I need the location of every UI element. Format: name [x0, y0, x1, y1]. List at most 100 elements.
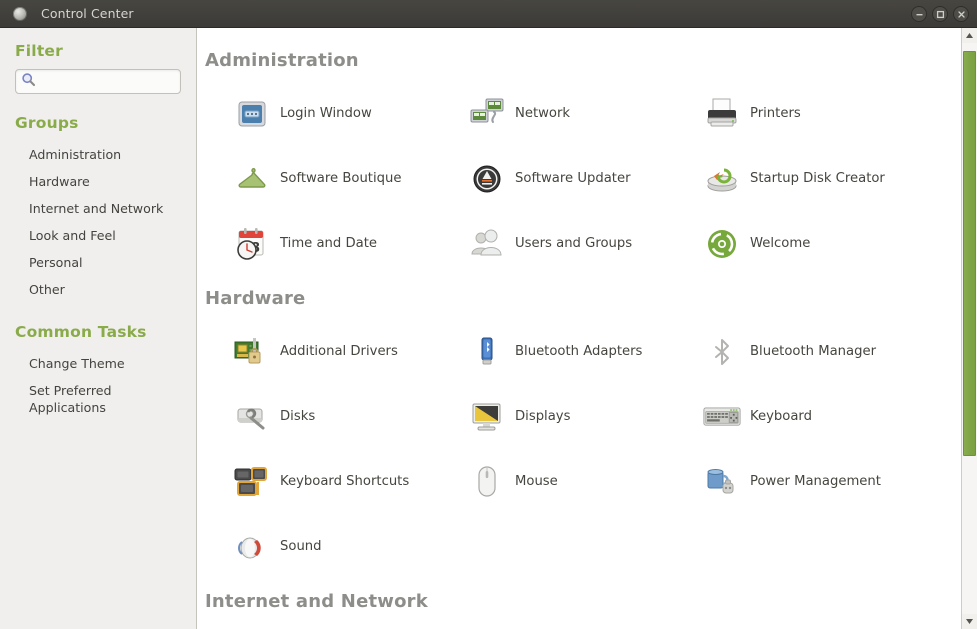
setting-login-window[interactable]: Login Window — [205, 81, 440, 146]
setting-label: Users and Groups — [515, 236, 633, 251]
hanger-icon — [233, 160, 271, 198]
keyboard-shortcuts-icon — [233, 463, 271, 501]
sidebar-item-other[interactable]: Other — [0, 276, 196, 303]
setting-label: Sound — [280, 539, 322, 554]
setting-mouse[interactable]: Mouse — [440, 449, 675, 514]
sound-icon — [233, 528, 271, 566]
search-input[interactable] — [36, 70, 175, 93]
keyboard-icon — [703, 398, 741, 436]
sidebar-item-change-theme[interactable]: Change Theme — [0, 350, 196, 377]
window-body: Filter Groups Administration Hardware In… — [0, 28, 977, 629]
ubuntu-mate-icon — [703, 225, 741, 263]
setting-label: Displays — [515, 409, 571, 424]
setting-additional-drivers[interactable]: Additional Drivers — [205, 319, 440, 384]
network-icon — [468, 95, 506, 133]
section-title-internet-and-network: Internet and Network — [205, 591, 428, 612]
section-administration: Administration Login Window Network Prin… — [205, 50, 961, 276]
internet-and-network-grid: Firewall Configuration — [205, 622, 961, 629]
setting-bluetooth-manager[interactable]: Bluetooth Manager — [675, 319, 910, 384]
title-bar[interactable]: Control Center — [0, 0, 977, 28]
scroll-up-icon[interactable] — [962, 28, 977, 43]
filter-heading: Filter — [15, 42, 63, 60]
bluetooth-icon — [703, 333, 741, 371]
section-hardware: Hardware Additional Drivers Bluetooth Ad… — [205, 288, 961, 579]
sidebar: Filter Groups Administration Hardware In… — [0, 28, 197, 629]
login-window-icon — [233, 95, 271, 133]
calendar-clock-icon: 28 — [233, 225, 271, 263]
setting-startup-disk-creator[interactable]: Startup Disk Creator — [675, 146, 910, 211]
common-tasks-heading: Common Tasks — [15, 323, 147, 341]
setting-time-and-date[interactable]: 28 Time and Date — [205, 211, 440, 276]
setting-label: Power Management — [750, 474, 881, 489]
scrollbar-thumb[interactable] — [963, 51, 976, 456]
setting-sound[interactable]: Sound — [205, 514, 440, 579]
setting-label: Mouse — [515, 474, 558, 489]
setting-users-and-groups[interactable]: Users and Groups — [440, 211, 675, 276]
setting-software-updater[interactable]: Software Updater — [440, 146, 675, 211]
close-icon[interactable] — [953, 6, 969, 22]
scroll-down-icon[interactable] — [962, 614, 977, 629]
setting-firewall-configuration[interactable]: Firewall Configuration — [205, 622, 440, 629]
groups-list: Administration Hardware Internet and Net… — [0, 141, 196, 303]
setting-label: Startup Disk Creator — [750, 171, 885, 186]
administration-grid: Login Window Network Printers Software B… — [205, 81, 961, 276]
sidebar-item-set-preferred-applications[interactable]: Set Preferred Applications — [0, 377, 196, 421]
sidebar-item-administration[interactable]: Administration — [0, 141, 196, 168]
setting-label: Welcome — [750, 236, 811, 251]
setting-disks[interactable]: Disks — [205, 384, 440, 449]
setting-label: Login Window — [280, 106, 372, 121]
setting-network-connections[interactable]: Network Connections — [440, 622, 675, 629]
scrollbar-track[interactable] — [962, 43, 977, 614]
setting-label: Software Updater — [515, 171, 631, 186]
circle-app-icon — [13, 6, 27, 21]
content-area: Administration Login Window Network Prin… — [197, 28, 977, 629]
display-icon — [468, 398, 506, 436]
bluetooth-dongle-icon — [468, 333, 506, 371]
setting-displays[interactable]: Displays — [440, 384, 675, 449]
setting-power-management[interactable]: Power Management — [675, 449, 910, 514]
search-box[interactable] — [15, 69, 181, 94]
power-management-icon — [703, 463, 741, 501]
minimize-icon[interactable] — [911, 6, 927, 22]
section-title-hardware: Hardware — [205, 288, 306, 309]
printer-icon — [703, 95, 741, 133]
setting-label: Disks — [280, 409, 316, 424]
setting-label: Bluetooth Adapters — [515, 344, 643, 359]
search-icon — [21, 72, 36, 91]
users-icon — [468, 225, 506, 263]
search-wrapper — [0, 69, 196, 94]
mouse-icon — [468, 463, 506, 501]
setting-network-proxy[interactable]: Network Proxy — [675, 622, 910, 629]
setting-keyboard[interactable]: Keyboard — [675, 384, 910, 449]
sidebar-item-personal[interactable]: Personal — [0, 249, 196, 276]
sidebar-item-internet-and-network[interactable]: Internet and Network — [0, 195, 196, 222]
setting-label: Printers — [750, 106, 801, 121]
setting-label: Keyboard Shortcuts — [280, 474, 410, 489]
sidebar-item-look-and-feel[interactable]: Look and Feel — [0, 222, 196, 249]
window-controls — [911, 0, 969, 28]
settings-panel: Administration Login Window Network Prin… — [197, 28, 961, 629]
driver-card-icon — [233, 333, 271, 371]
vertical-scrollbar[interactable] — [961, 28, 977, 629]
setting-label: Bluetooth Manager — [750, 344, 877, 359]
setting-network[interactable]: Network — [440, 81, 675, 146]
software-updater-icon — [468, 160, 506, 198]
setting-label: Time and Date — [280, 236, 377, 251]
setting-label: Additional Drivers — [280, 344, 398, 359]
setting-label: Network — [515, 106, 571, 121]
maximize-icon[interactable] — [932, 6, 948, 22]
setting-bluetooth-adapters[interactable]: Bluetooth Adapters — [440, 319, 675, 384]
setting-welcome[interactable]: Welcome — [675, 211, 910, 276]
setting-keyboard-shortcuts[interactable]: Keyboard Shortcuts — [205, 449, 440, 514]
setting-printers[interactable]: Printers — [675, 81, 910, 146]
sidebar-item-hardware[interactable]: Hardware — [0, 168, 196, 195]
common-tasks-list: Change Theme Set Preferred Applications — [0, 350, 196, 421]
section-title-administration: Administration — [205, 50, 359, 71]
startup-disk-icon — [703, 160, 741, 198]
window-title: Control Center — [41, 6, 134, 21]
control-center-window: Control Center Filter Groups Administrat… — [0, 0, 977, 629]
setting-label: Software Boutique — [280, 171, 402, 186]
section-internet-and-network: Internet and Network — [205, 591, 961, 629]
disks-icon — [233, 398, 271, 436]
setting-software-boutique[interactable]: Software Boutique — [205, 146, 440, 211]
